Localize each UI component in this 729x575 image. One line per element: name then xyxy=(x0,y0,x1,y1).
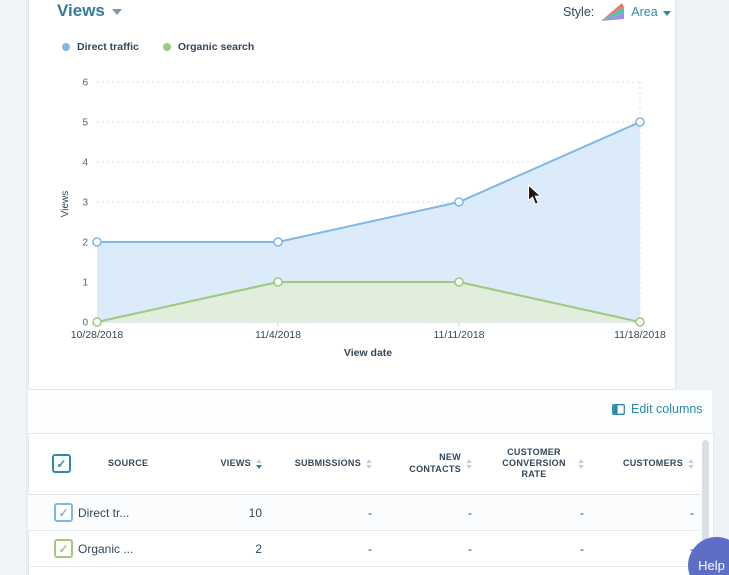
customer-conversion-rate-value: - xyxy=(478,495,590,531)
sources-table: ✓ SOURCE VIEWS SUBMISSIONS NEW CONTACTS xyxy=(28,433,700,567)
chart-style-value: Area xyxy=(631,5,657,19)
svg-text:3: 3 xyxy=(82,198,88,209)
style-label: Style: xyxy=(563,5,594,19)
sort-arrows-icon xyxy=(688,459,694,469)
svg-text:0: 0 xyxy=(82,318,88,329)
submissions-value: - xyxy=(268,495,378,531)
svg-text:11/18/2018: 11/18/2018 xyxy=(614,329,666,341)
mouse-cursor-icon xyxy=(527,184,543,211)
edit-columns-label: Edit columns xyxy=(631,402,703,416)
area-chart-style-icon xyxy=(600,2,625,22)
customers-value: - xyxy=(590,531,700,567)
card-gap xyxy=(28,390,712,433)
chart-legend: Direct traffic Organic search xyxy=(62,41,254,53)
new-contacts-value: - xyxy=(378,531,478,567)
chevron-down-icon xyxy=(663,11,671,16)
row-checkbox[interactable]: ✓ xyxy=(54,539,73,558)
svg-text:5: 5 xyxy=(82,118,88,129)
customer-conversion-rate-value: - xyxy=(478,531,590,567)
chevron-down-icon xyxy=(112,9,122,15)
column-header-customers[interactable]: CUSTOMERS xyxy=(590,433,700,495)
views-value: 2 xyxy=(208,531,268,567)
column-header-customer-conversion-rate[interactable]: CUSTOMER CONVERSION RATE xyxy=(478,433,590,495)
legend-item-direct-traffic[interactable]: Direct traffic xyxy=(62,41,139,53)
views-title-label: Views xyxy=(57,1,105,21)
svg-text:Views: Views xyxy=(60,191,71,218)
column-header-source[interactable]: SOURCE xyxy=(78,433,208,495)
analytics-report-page: Views Style: Area Direct traffic Organic… xyxy=(0,0,729,575)
page-left-gutter xyxy=(0,0,27,575)
customers-value: - xyxy=(590,495,700,531)
style-control: Style: Area xyxy=(563,2,671,22)
row-checkbox[interactable]: ✓ xyxy=(54,503,73,522)
submissions-value: - xyxy=(268,531,378,567)
svg-text:2: 2 xyxy=(82,238,88,249)
sort-arrows-icon xyxy=(366,459,372,469)
help-label: Help xyxy=(698,558,725,573)
legend-item-organic-search[interactable]: Organic search xyxy=(163,41,254,53)
column-header-new-contacts[interactable]: NEW CONTACTS xyxy=(378,433,478,495)
svg-text:4: 4 xyxy=(82,158,88,169)
sort-arrows-icon xyxy=(256,459,262,469)
edit-columns-link[interactable]: Edit columns xyxy=(612,402,703,416)
sort-arrows-icon xyxy=(578,459,584,469)
chart-style-dropdown[interactable]: Area xyxy=(631,5,670,19)
organic-search-dot-icon xyxy=(163,43,171,51)
svg-text:1: 1 xyxy=(82,278,88,289)
legend-label: Organic search xyxy=(178,41,254,53)
legend-label: Direct traffic xyxy=(77,41,139,53)
svg-text:10/28/2018: 10/28/2018 xyxy=(71,329,124,341)
source-link[interactable]: Direct tr... xyxy=(78,495,208,531)
svg-text:6: 6 xyxy=(82,78,88,89)
select-all-checkbox[interactable]: ✓ xyxy=(52,454,71,473)
svg-text:View date: View date xyxy=(344,347,392,359)
source-link[interactable]: Organic ... xyxy=(78,531,208,567)
column-header-views[interactable]: VIEWS xyxy=(208,433,268,495)
svg-text:11/4/2018: 11/4/2018 xyxy=(255,329,301,341)
new-contacts-value: - xyxy=(378,495,478,531)
views-value: 10 xyxy=(208,495,268,531)
header-checkbox-cell: ✓ xyxy=(28,433,78,495)
direct-traffic-dot-icon xyxy=(62,43,70,51)
table-header-row: ✓ SOURCE VIEWS SUBMISSIONS NEW CONTACTS xyxy=(28,433,700,495)
sort-arrows-icon xyxy=(466,459,472,469)
views-title-dropdown[interactable]: Views xyxy=(57,1,122,21)
table-row: ✓ Direct tr... 10 - - - - xyxy=(28,495,700,531)
area-chart: 0 1 2 3 4 5 6 10/28/2018 11/4/2018 11/11/2018 11/1… xyxy=(30,70,676,362)
table-row: ✓ Organic ... 2 - - - - xyxy=(28,531,700,567)
edit-columns-icon xyxy=(612,404,625,415)
svg-text:11/11/2018: 11/11/2018 xyxy=(434,329,485,341)
column-header-submissions[interactable]: SUBMISSIONS xyxy=(268,433,378,495)
